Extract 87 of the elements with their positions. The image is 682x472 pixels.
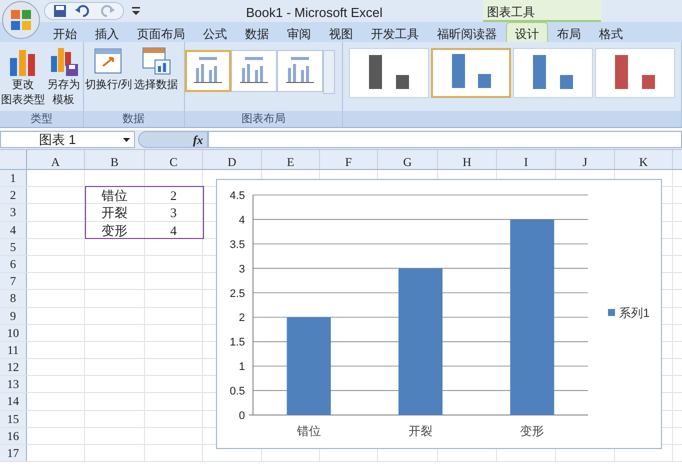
ribbon-button[interactable]: 另存为 模板 [46, 46, 81, 111]
row-header[interactable]: 9 [0, 308, 27, 324]
row-header[interactable]: 7 [0, 273, 27, 290]
chart-style-thumbnail[interactable] [349, 48, 429, 98]
chart-style-thumbnail[interactable] [513, 48, 593, 98]
row-header[interactable]: 6 [0, 256, 27, 272]
row-header[interactable]: 13 [0, 376, 27, 392]
table-cell: 4 [145, 222, 203, 238]
chart-style-thumbnail[interactable] [595, 48, 675, 98]
column-header[interactable]: G [378, 150, 438, 169]
tick-label: 4.5 [230, 190, 245, 202]
ribbon-tab[interactable]: 审阅 [278, 22, 320, 42]
contextual-tab-header: 图表工具 [483, 0, 601, 22]
tick-label: 3.5 [230, 238, 245, 251]
row-header[interactable]: 14 [0, 393, 27, 410]
column-header[interactable]: A [27, 150, 85, 169]
table-cell: 3 [145, 204, 203, 221]
column-header[interactable]: D [203, 150, 262, 169]
save-icon[interactable] [53, 4, 67, 18]
row-header[interactable]: 2 [0, 187, 27, 204]
ribbon-button[interactable]: 更改 图表类型 [0, 46, 46, 111]
chart-style-thumbnail[interactable] [431, 48, 511, 98]
bar-chart-disk-icon [48, 46, 78, 78]
ribbon-tab[interactable]: 开发工具 [362, 22, 428, 42]
name-box[interactable]: 图表 1 [0, 131, 135, 148]
tick-label: 4 [238, 214, 245, 226]
ribbon-button[interactable]: 选择数据 [132, 46, 179, 111]
tick-label: 1 [238, 361, 245, 374]
ribbon-button[interactable]: 切换行/列 [84, 46, 133, 111]
ribbon-tab[interactable]: 福昕阅读器 [428, 22, 506, 42]
tick-label: 3 [238, 263, 245, 276]
table-cell: 2 [145, 187, 203, 204]
ribbon-tab[interactable]: 公式 [194, 22, 236, 42]
ribbon-tab[interactable]: 视图 [320, 22, 362, 42]
office-logo-icon [10, 9, 32, 31]
row-header[interactable]: 10 [0, 324, 27, 341]
table-cell: 变形 [85, 222, 145, 238]
row-header[interactable]: 1 [0, 170, 27, 186]
column-header[interactable]: K [615, 150, 673, 169]
ribbon-tab[interactable]: 数据 [236, 22, 278, 42]
column-header[interactable]: F [320, 150, 378, 169]
insert-function-button[interactable]: fx [193, 130, 203, 148]
column-header[interactable]: H [438, 150, 497, 169]
chart-layout-thumbnail[interactable] [230, 50, 277, 92]
chart-layout-thumbnail[interactable] [276, 50, 323, 92]
category-label: 变形 [520, 424, 544, 438]
ribbon-tab[interactable]: 格式 [590, 22, 632, 42]
row-header[interactable]: 15 [0, 410, 27, 427]
column-header[interactable]: C [145, 150, 203, 169]
gallery-scrollbar[interactable] [322, 50, 335, 94]
tick-label: 2 [238, 312, 245, 324]
tick-label: 0.5 [230, 386, 245, 398]
group-label: 数据 [122, 113, 145, 125]
legend-label: 系列1 [619, 306, 650, 320]
customize-icon[interactable] [132, 6, 140, 16]
tick-label: 1.5 [230, 336, 245, 349]
window-title: Book1 - Microsoft Excel [246, 4, 383, 22]
undo-icon[interactable] [75, 5, 91, 17]
ribbon-tab[interactable]: 页面布局 [128, 22, 194, 42]
category-label: 开裂 [408, 424, 432, 438]
chart-layout-thumbnail[interactable] [184, 50, 231, 92]
column-header[interactable]: I [497, 150, 556, 169]
ribbon-tab[interactable]: 插入 [86, 22, 128, 42]
column-header[interactable]: B [85, 150, 145, 169]
row-header[interactable]: 4 [0, 222, 27, 238]
group-label: 类型 [30, 113, 52, 125]
tick-label: 0 [238, 410, 245, 422]
ribbon-tab[interactable]: 设计 [506, 22, 548, 42]
dropdown-icon [123, 138, 130, 142]
column-header[interactable]: J [556, 150, 615, 169]
row-header[interactable]: 8 [0, 290, 27, 306]
row-header[interactable]: 16 [0, 428, 27, 444]
ribbon-tab[interactable]: 布局 [548, 22, 590, 42]
row-header[interactable]: 11 [0, 342, 27, 358]
row-header[interactable]: 12 [0, 359, 27, 376]
column-header[interactable]: E [262, 150, 320, 169]
formula-bar-field[interactable] [208, 131, 682, 148]
ribbon-tab[interactable]: 开始 [44, 22, 86, 42]
table-cell: 开裂 [85, 204, 145, 221]
category-label: 错位 [296, 424, 321, 438]
table-cell: 错位 [85, 187, 145, 204]
tick-label: 2.5 [230, 288, 245, 300]
row-header[interactable]: 17 [0, 445, 27, 462]
chart-area[interactable]: 0 0.5 1 1.5 2 2.5 3 3.5 4 4.5 错位 开裂 变形 系列1 [216, 179, 662, 449]
row-header[interactable]: 5 [0, 238, 27, 255]
row-header[interactable]: 3 [0, 204, 27, 221]
group-label: 图表布局 [241, 113, 286, 125]
